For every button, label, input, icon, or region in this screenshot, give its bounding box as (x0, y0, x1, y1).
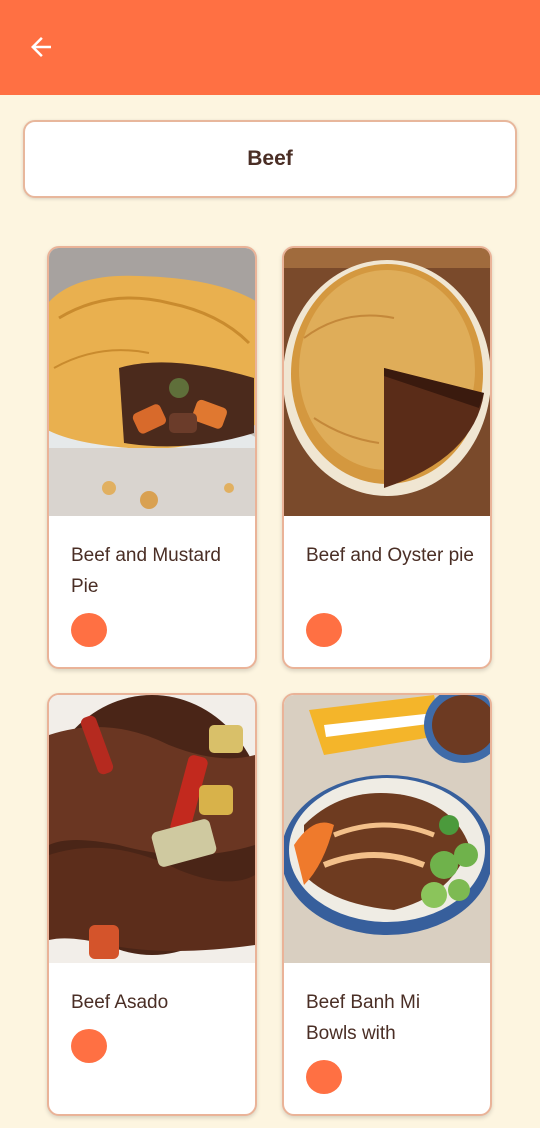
meal-image (284, 695, 490, 963)
meal-image (49, 695, 255, 963)
meal-name: Beef and Mustard Pie (71, 545, 221, 597)
meal-card-beef-and-mustard-pie[interactable]: Beef and Mustard Pie (47, 246, 257, 669)
app-bar (0, 0, 540, 95)
arrow-left-icon (31, 37, 51, 57)
back-button[interactable] (22, 28, 60, 66)
meal-image (284, 248, 490, 516)
category-title-box: Beef (23, 120, 517, 198)
meal-card-beef-asado[interactable]: Beef Asado (47, 693, 257, 1116)
meal-name: Beef and Oyster pie (306, 545, 474, 566)
meal-indicator-dot (306, 1060, 342, 1094)
meal-name: Beef Banh Mi Bowls with (306, 992, 421, 1044)
meal-indicator-dot (71, 1029, 107, 1063)
meal-card-beef-banh-mi-bowls[interactable]: Beef Banh Mi Bowls with (282, 693, 492, 1116)
meal-indicator-dot (71, 613, 107, 647)
category-title: Beef (247, 147, 293, 170)
meal-name: Beef Asado (71, 992, 169, 1013)
meal-image (49, 248, 255, 516)
meal-card-beef-and-oyster-pie[interactable]: Beef and Oyster pie (282, 246, 492, 669)
meal-indicator-dot (306, 613, 342, 647)
